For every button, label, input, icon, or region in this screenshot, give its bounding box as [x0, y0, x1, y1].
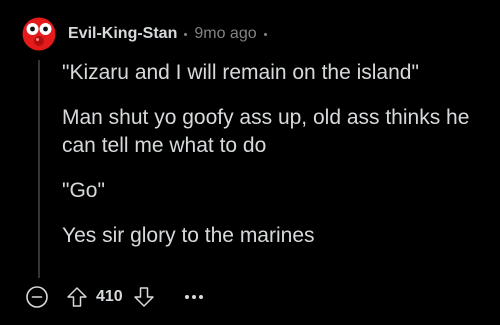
upvote-button[interactable] — [64, 284, 90, 310]
comment-actions: 410 — [24, 284, 209, 310]
arrow-down-icon — [133, 287, 154, 307]
comment-paragraph: Yes sir glory to the marines — [62, 224, 315, 247]
separator-dot — [263, 32, 267, 36]
comment-body: "Kizaru and I will remain on the island"… — [62, 59, 482, 267]
avatar-face-icon — [22, 17, 56, 51]
collapse-button[interactable] — [24, 284, 50, 310]
downvote-button[interactable] — [131, 284, 157, 310]
comment-paragraph: "Kizaru and I will remain on the island" — [62, 61, 419, 84]
vote-score: 410 — [96, 288, 123, 305]
more-options-button[interactable] — [179, 284, 209, 310]
minus-circle-icon — [26, 286, 48, 308]
comment-header: Evil-King-Stan 9mo ago — [68, 23, 274, 45]
avatar[interactable] — [22, 17, 56, 51]
comment-age: 9mo ago — [194, 25, 257, 42]
comment: Evil-King-Stan 9mo ago "Kizaru and I wil… — [0, 0, 500, 325]
arrow-up-icon — [67, 287, 87, 307]
username[interactable]: Evil-King-Stan — [68, 25, 177, 43]
comment-paragraph: "Go" — [62, 179, 105, 202]
comment-paragraph: Man shut yo goofy ass up, old ass thinks… — [62, 106, 470, 157]
thread-line[interactable] — [38, 60, 40, 278]
more-horizontal-icon — [184, 295, 203, 299]
separator-dot — [184, 32, 188, 36]
